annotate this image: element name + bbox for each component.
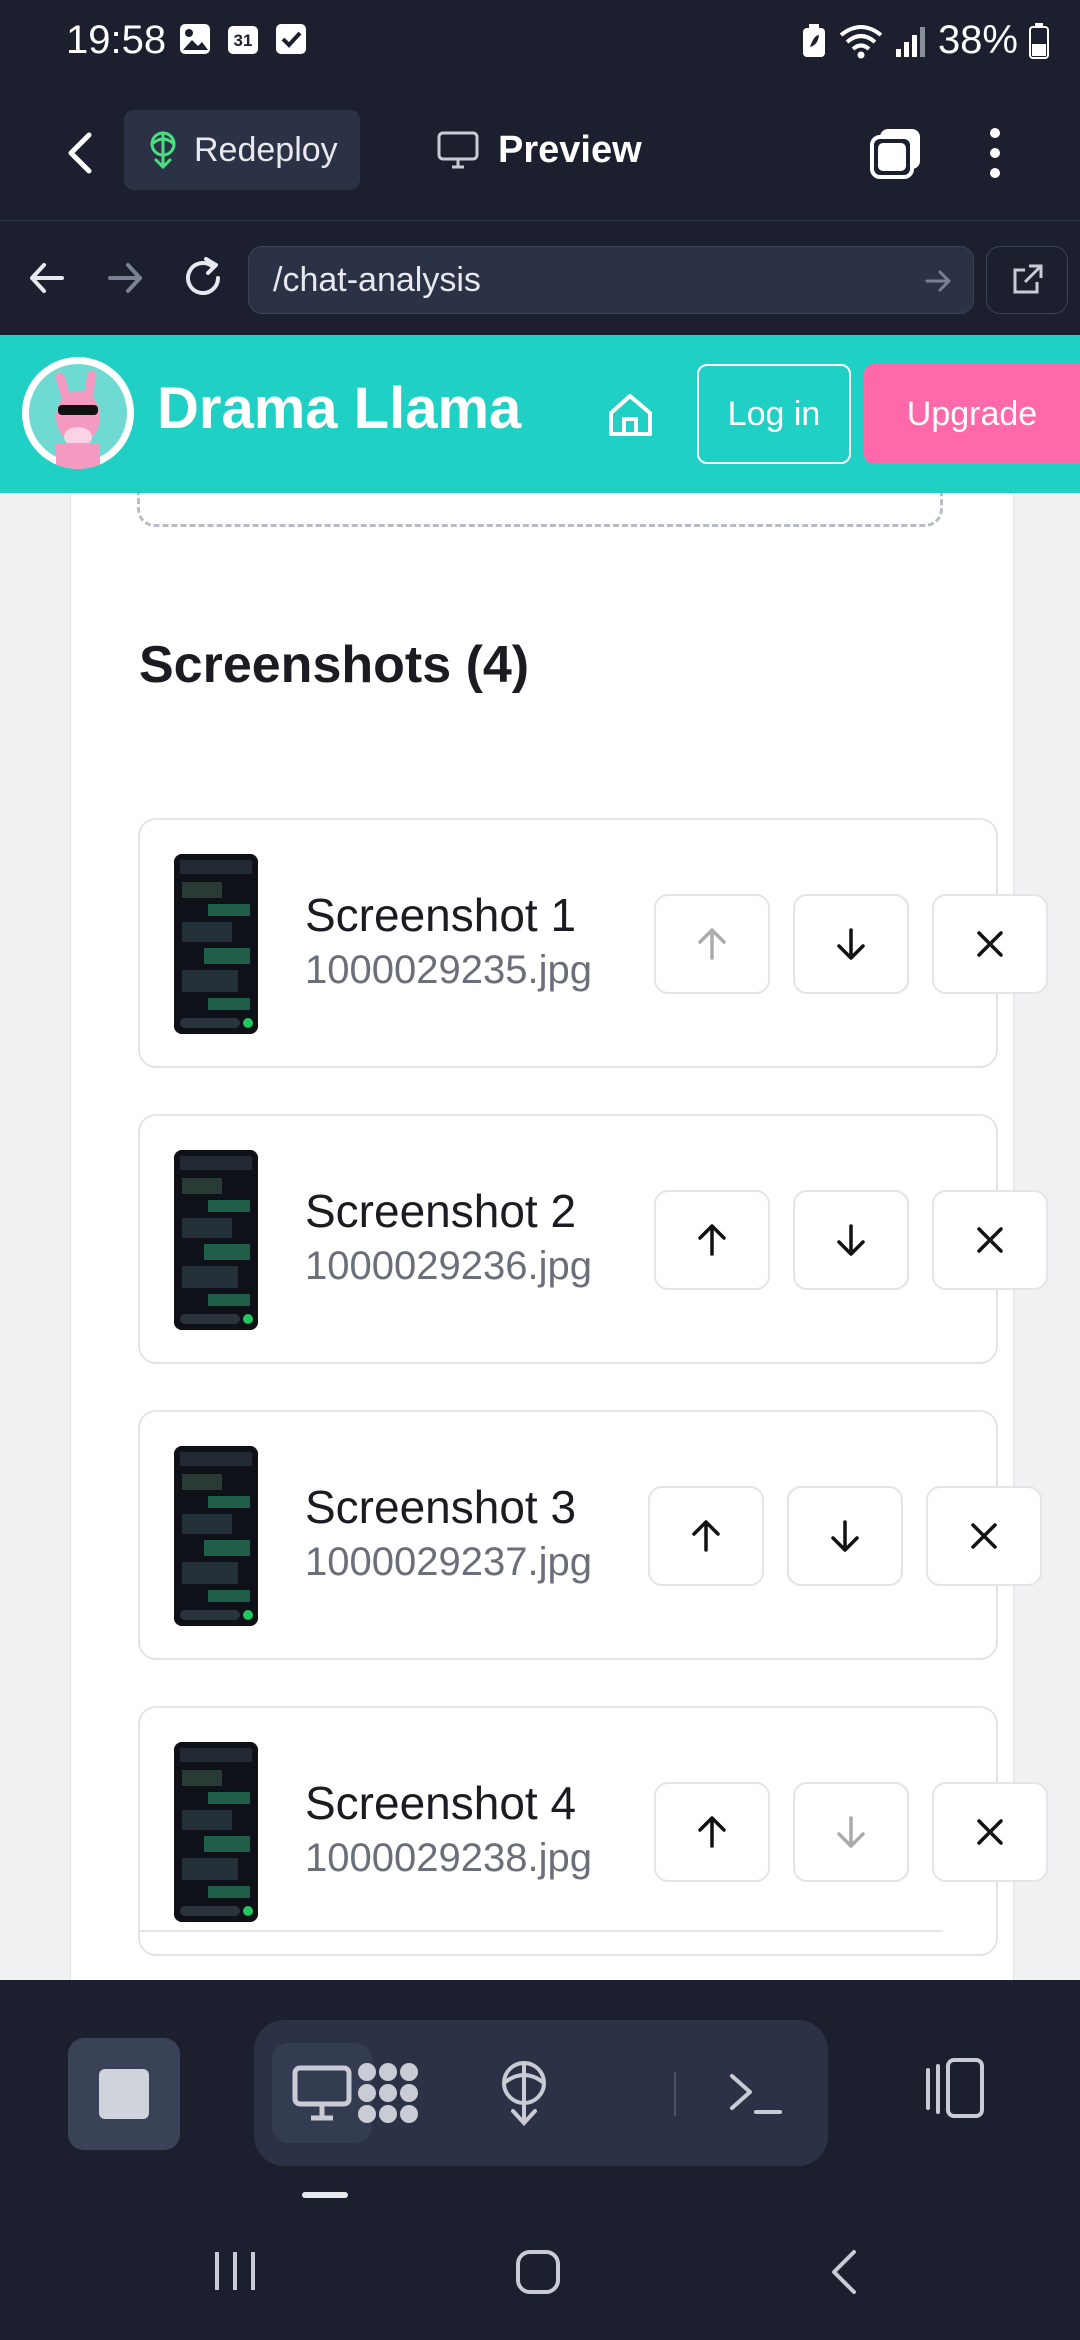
close-icon — [970, 924, 1010, 964]
arrow-up-icon — [692, 1220, 732, 1260]
workspace-toolbar: Redeploy Preview — [0, 85, 1080, 220]
tool-shell[interactable] — [706, 2043, 806, 2143]
monitor-icon — [436, 130, 480, 170]
screenshot-filename: 1000029235.jpg — [305, 948, 592, 992]
close-icon — [970, 1812, 1010, 1852]
tool-group — [254, 2020, 828, 2166]
arrow-down-icon — [825, 1516, 865, 1556]
screenshot-thumbnail[interactable] — [174, 854, 258, 1034]
kebab-menu-icon[interactable] — [975, 123, 1015, 183]
open-new-tab-button[interactable] — [986, 246, 1068, 314]
screenshot-thumbnail[interactable] — [174, 1150, 258, 1330]
arrow-down-icon — [831, 924, 871, 964]
reload-icon[interactable] — [178, 253, 228, 303]
back-chevron-icon[interactable] — [55, 123, 105, 183]
screenshot-row: Screenshot 4 1000029238.jpg — [138, 1706, 1048, 1956]
terminal-icon — [726, 2068, 786, 2118]
image-icon — [178, 22, 212, 56]
screenshot-filename: 1000029237.jpg — [305, 1540, 592, 1584]
screenshots-title: Screenshots (4) — [139, 636, 530, 694]
arrow-right-icon[interactable] — [100, 253, 150, 303]
go-arrow-icon[interactable] — [923, 265, 955, 297]
move-up-button[interactable] — [654, 894, 770, 994]
back-nav-icon[interactable] — [826, 2248, 862, 2296]
arrow-up-icon — [692, 1812, 732, 1852]
screenshot-row: Screenshot 3 1000029237.jpg — [138, 1410, 1042, 1660]
move-down-button[interactable] — [787, 1486, 903, 1586]
screenshot-row: Screenshot 1 1000029235.jpg — [138, 818, 1048, 1068]
checkbox-icon — [274, 22, 308, 56]
remove-button[interactable] — [932, 1190, 1048, 1290]
arrow-up-icon — [692, 924, 732, 964]
system-icons: 38% — [800, 18, 1050, 63]
screenshot-thumbnail[interactable] — [174, 1742, 258, 1922]
battery-percent: 38% — [937, 18, 1018, 62]
home-icon[interactable] — [603, 387, 658, 442]
tool-deploy[interactable] — [474, 2043, 574, 2143]
preview-webpage: Drama Llama Log in Upgrade Screenshots (… — [0, 335, 1080, 1980]
screenshot-filename: 1000029236.jpg — [305, 1244, 592, 1288]
wifi-icon — [838, 23, 884, 59]
arrow-up-icon — [686, 1516, 726, 1556]
stop-button[interactable] — [68, 2038, 180, 2150]
move-up-button[interactable] — [654, 1190, 770, 1290]
arrow-down-icon — [831, 1812, 871, 1852]
workspace-dock — [0, 1980, 1080, 2200]
status-time: 19:58 — [66, 18, 167, 62]
remove-button[interactable] — [932, 1782, 1048, 1882]
preview-label: Preview — [498, 128, 642, 171]
signal-icon — [894, 23, 928, 59]
arrow-left-icon[interactable] — [22, 253, 72, 303]
upload-card: Screenshots (4) Screenshot 1 1000029235.j… — [70, 395, 1048, 1980]
screenshot-name: Screenshot 4 — [305, 1777, 577, 1829]
battery-saver-icon — [800, 23, 828, 59]
url-input[interactable]: /chat-analysis — [248, 246, 974, 314]
close-icon — [970, 1220, 1010, 1260]
remove-button[interactable] — [932, 894, 1048, 994]
move-down-button[interactable] — [793, 1782, 909, 1882]
tool-separator — [674, 2072, 676, 2116]
layout-icon[interactable] — [920, 2052, 992, 2124]
screenshot-row: Screenshot 2 1000029236.jpg — [138, 1114, 1048, 1364]
section-divider — [139, 1930, 943, 1932]
notification-icons: 31 — [178, 22, 308, 56]
upgrade-button[interactable]: Upgrade — [864, 364, 1080, 464]
redeploy-button[interactable]: Redeploy — [124, 110, 360, 190]
deploy-icon — [495, 2059, 553, 2127]
tab-preview[interactable]: Preview — [436, 110, 642, 190]
move-down-button[interactable] — [793, 894, 909, 994]
move-up-button[interactable] — [654, 1782, 770, 1882]
redeploy-label: Redeploy — [194, 130, 338, 169]
tool-apps[interactable] — [338, 2043, 438, 2143]
recent-apps-icon[interactable] — [212, 2250, 258, 2292]
external-link-icon — [1009, 262, 1045, 298]
move-down-button[interactable] — [793, 1190, 909, 1290]
home-nav-icon[interactable] — [514, 2248, 562, 2296]
deploy-icon — [146, 130, 180, 170]
move-up-button[interactable] — [648, 1486, 764, 1586]
dock-indicator — [302, 2192, 348, 2198]
battery-icon — [1028, 22, 1050, 60]
calendar-day: 31 — [233, 31, 253, 50]
remove-button[interactable] — [926, 1486, 1042, 1586]
apps-icon — [353, 2058, 423, 2128]
status-bar: 19:58 31 38% — [0, 0, 1080, 85]
url-bar: /chat-analysis — [0, 220, 1080, 336]
close-icon — [964, 1516, 1004, 1556]
screenshot-name: Screenshot 2 — [305, 1185, 577, 1237]
screenshot-thumbnail[interactable] — [174, 1446, 258, 1626]
stop-icon — [99, 2069, 149, 2119]
tabs-icon[interactable] — [866, 123, 926, 183]
url-text: /chat-analysis — [273, 260, 481, 299]
screenshot-name: Screenshot 1 — [305, 889, 577, 941]
system-nav-bar — [0, 2200, 1080, 2340]
arrow-down-icon — [831, 1220, 871, 1260]
screenshot-filename: 1000029238.jpg — [305, 1836, 592, 1880]
app-header: Drama Llama Log in Upgrade — [0, 335, 1080, 493]
calendar-icon: 31 — [226, 22, 260, 56]
screenshot-name: Screenshot 3 — [305, 1481, 577, 1533]
brand-name[interactable]: Drama Llama — [157, 375, 521, 442]
llama-logo[interactable] — [22, 357, 134, 469]
login-button[interactable]: Log in — [697, 364, 851, 464]
